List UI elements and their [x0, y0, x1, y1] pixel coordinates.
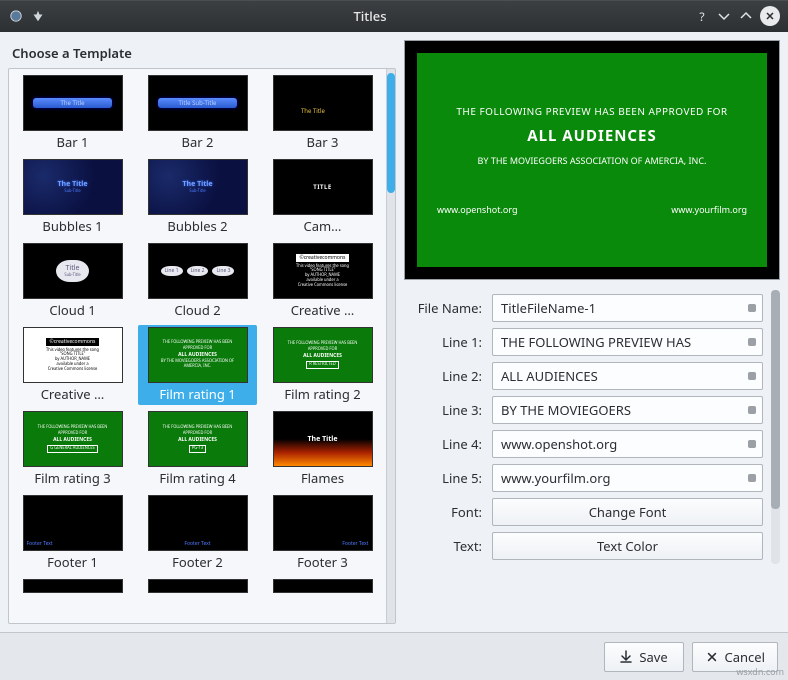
template-item-campaign[interactable]: TITLE Cam…	[263, 157, 382, 237]
input-line-2[interactable]: ALL AUDIENCES	[492, 362, 763, 390]
preview-line-3: BY THE MOVIEGOERS ASSOCIATION OF AMERCIA…	[478, 154, 707, 167]
rating-badge-pg13: PG-13	[189, 445, 206, 452]
label-line-5: Line 5:	[406, 469, 486, 487]
input-file-name[interactable]: TitleFileName-1	[492, 294, 763, 322]
watermark: wsxdn.com	[736, 665, 784, 678]
pin-icon[interactable]	[30, 8, 46, 24]
clear-icon[interactable]	[748, 474, 756, 482]
template-item-cloud-1[interactable]: TitleSub-Title Cloud 1	[13, 241, 132, 321]
label-file-name: File Name:	[406, 299, 486, 317]
template-item-footer-3[interactable]: Footer Text Footer 3	[263, 493, 382, 573]
template-item-partial[interactable]	[13, 577, 132, 595]
save-icon	[619, 650, 633, 664]
input-line-1[interactable]: THE FOLLOWING PREVIEW HAS	[492, 328, 763, 356]
save-button[interactable]: Save	[604, 642, 684, 672]
label-line-4: Line 4:	[406, 435, 486, 453]
close-icon[interactable]: ✕	[760, 6, 780, 26]
preview-line-4: www.openshot.org	[437, 203, 517, 216]
template-chooser-heading: Choose a Template	[8, 40, 396, 68]
clear-icon[interactable]	[748, 440, 756, 448]
rating-badge-r: R RESTRICTED	[306, 361, 338, 368]
input-line-3[interactable]: BY THE MOVIEGOERS	[492, 396, 763, 424]
preview-line-2: ALL AUDIENCES	[527, 126, 656, 146]
template-item-film-rating-1[interactable]: THE FOLLOWING PREVIEW HAS BEEN APPROVED …	[138, 325, 257, 405]
template-item-creative-commons-b[interactable]: ©creativecommonsThis video features the …	[13, 325, 132, 405]
cancel-icon	[705, 650, 719, 664]
clear-icon[interactable]	[748, 338, 756, 346]
template-item-film-rating-3[interactable]: THE FOLLOWING PREVIEW HAS BEEN APPROVED …	[13, 409, 132, 489]
clear-icon[interactable]	[748, 304, 756, 312]
label-text: Text:	[406, 537, 486, 555]
app-icon	[8, 8, 24, 24]
maximize-icon[interactable]	[738, 8, 754, 24]
dialog-button-bar: Save Cancel	[0, 632, 788, 680]
preview-line-5: www.yourfilm.org	[671, 203, 747, 216]
form-scrollbar[interactable]	[771, 290, 780, 564]
window-titlebar: Titles ? ✕	[0, 0, 788, 32]
label-line-3: Line 3:	[406, 401, 486, 419]
template-item-footer-2[interactable]: Footer Text Footer 2	[138, 493, 257, 573]
template-item-partial[interactable]	[138, 577, 257, 595]
title-form: File Name: TitleFileName-1 Line 1: THE F…	[404, 290, 765, 564]
template-item-flames[interactable]: The Title Flames	[263, 409, 382, 489]
template-item-bubbles-2[interactable]: The TitleSub-Title Bubbles 2	[138, 157, 257, 237]
template-item-footer-1[interactable]: Footer Text Footer 1	[13, 493, 132, 573]
template-item-film-rating-4[interactable]: THE FOLLOWING PREVIEW HAS BEEN APPROVED …	[138, 409, 257, 489]
help-icon[interactable]: ?	[694, 8, 710, 24]
text-color-button[interactable]: Text Color	[492, 532, 763, 560]
window-title: Titles	[46, 7, 694, 25]
label-line-1: Line 1:	[406, 333, 486, 351]
preview-line-1: THE FOLLOWING PREVIEW HAS BEEN APPROVED …	[456, 104, 727, 118]
template-scrollbar[interactable]	[386, 69, 395, 623]
rating-badge-g: G GENERAL AUDIENCES	[47, 445, 98, 452]
template-item-bar-2[interactable]: Title Sub-Title Bar 2	[138, 73, 257, 153]
input-line-5[interactable]: www.yourfilm.org	[492, 464, 763, 492]
label-line-2: Line 2:	[406, 367, 486, 385]
template-item-bar-1[interactable]: The Title Bar 1	[13, 73, 132, 153]
template-item-creative-commons-a[interactable]: ©creativecommonsThis video features the …	[263, 241, 382, 321]
title-preview: THE FOLLOWING PREVIEW HAS BEEN APPROVED …	[404, 40, 780, 280]
template-item-bar-3[interactable]: The Title Bar 3	[263, 73, 382, 153]
template-item-bubbles-1[interactable]: The TitleSub-Title Bubbles 1	[13, 157, 132, 237]
template-item-film-rating-2[interactable]: THE FOLLOWING PREVIEW HAS BEEN APPROVED …	[263, 325, 382, 405]
change-font-button[interactable]: Change Font	[492, 498, 763, 526]
template-item-cloud-2[interactable]: Line 1 Line 2 Line 3 Cloud 2	[138, 241, 257, 321]
input-line-4[interactable]: www.openshot.org	[492, 430, 763, 458]
minimize-icon[interactable]	[716, 8, 732, 24]
clear-icon[interactable]	[748, 372, 756, 380]
label-font: Font:	[406, 503, 486, 521]
template-chooser-panel: Choose a Template The Title Bar 1 Title …	[8, 40, 396, 624]
template-item-partial[interactable]	[263, 577, 382, 595]
clear-icon[interactable]	[748, 406, 756, 414]
